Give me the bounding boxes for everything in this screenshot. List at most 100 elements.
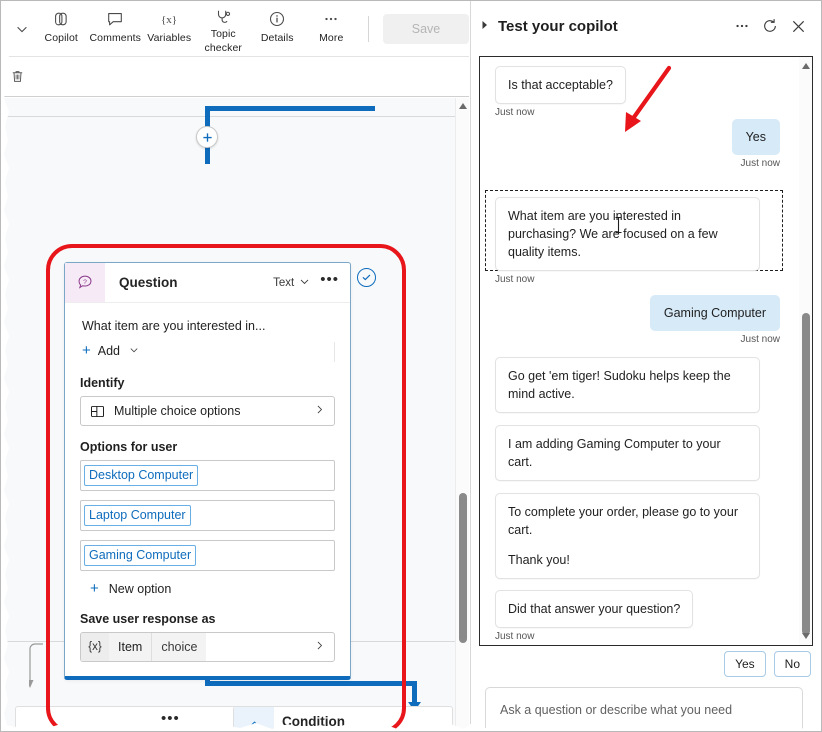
message-timestamp: Just now: [740, 334, 780, 345]
chat-transcript[interactable]: Is that acceptable? Just now Yes Just no…: [479, 56, 813, 646]
multiple-choice-icon: [90, 404, 105, 419]
variables-icon: {x}: [81, 633, 109, 661]
copilot-icon: [52, 8, 70, 30]
option-row[interactable]: Desktop Computer: [80, 460, 335, 491]
chat-composer[interactable]: Ask a question or describe what you need: [485, 687, 803, 731]
question-bubble-icon: ?: [65, 263, 105, 302]
variables-icon: {x}: [158, 8, 180, 30]
option-chip[interactable]: Gaming Computer: [84, 545, 197, 566]
canvas-scrollbar[interactable]: [455, 98, 469, 731]
message-bubble: Did that answer your question?: [495, 590, 694, 628]
trash-icon[interactable]: [2, 62, 32, 92]
info-icon: [268, 8, 286, 30]
variable-value: choice: [152, 633, 207, 661]
chevron-right-icon: [314, 404, 325, 418]
option-chip[interactable]: Laptop Computer: [84, 505, 191, 526]
command-copilot[interactable]: Copilot: [34, 4, 88, 54]
message-timestamp: Just now: [495, 274, 535, 285]
question-node-card[interactable]: ? Question Text ••• What item are you in…: [64, 262, 351, 680]
response-type-dropdown[interactable]: Text: [273, 276, 310, 290]
svg-text:{x}: {x}: [161, 14, 177, 26]
condition-node-title: Condition: [282, 714, 345, 729]
refresh-icon[interactable]: [757, 13, 783, 39]
save-response-variable-row[interactable]: {x} Item choice: [80, 632, 335, 662]
ellipsis-icon: [322, 8, 340, 30]
comment-icon: [106, 8, 124, 30]
chevron-down-icon: [299, 276, 310, 290]
triangle-up-icon[interactable]: [459, 103, 467, 109]
question-prompt-text[interactable]: What item are you interested in...: [80, 315, 335, 342]
command-label: Copilot: [44, 31, 78, 44]
message-bubble: Is that acceptable?: [495, 66, 626, 104]
svg-text:?: ?: [83, 279, 87, 286]
identify-select[interactable]: Multiple choice options: [80, 396, 335, 426]
chat-message-bot: To complete your order, please go to you…: [495, 493, 760, 579]
quick-reply-row: Yes No: [724, 651, 811, 677]
ellipsis-icon[interactable]: [729, 13, 755, 39]
save-response-label: Save user response as: [80, 612, 216, 626]
connector-segment: [205, 681, 417, 686]
message-bubble: To complete your order, please go to you…: [508, 505, 738, 537]
command-details[interactable]: Details: [250, 4, 304, 54]
connector-segment: [205, 106, 375, 111]
message-timestamp: Just now: [495, 107, 535, 118]
new-option-button[interactable]: + New option: [80, 580, 335, 598]
new-option-label: New option: [108, 582, 172, 596]
message-bubble: Gaming Computer: [649, 295, 780, 331]
partial-node-card-left[interactable]: [15, 706, 251, 731]
message-bubble: I am adding Gaming Computer to your cart…: [495, 425, 760, 481]
chat-message-bot: Go get 'em tiger! Sudoku helps keep the …: [495, 357, 760, 413]
question-node-body: What item are you interested in... + Add…: [65, 303, 350, 676]
option-chip[interactable]: Desktop Computer: [84, 465, 199, 486]
chat-composer-placeholder: Ask a question or describe what you need: [500, 703, 733, 717]
add-label: Add: [97, 344, 121, 358]
chevron-right-icon: [314, 640, 334, 654]
chevron-right-icon[interactable]: [481, 20, 489, 32]
command-topic-checker[interactable]: Topic checker: [196, 4, 250, 54]
app-window: Copilot Comments {x} Variables Topic che…: [0, 0, 822, 732]
check-circle-icon[interactable]: [357, 268, 376, 287]
message-bubble: What item are you interested in purchasi…: [495, 197, 760, 271]
triangle-up-icon[interactable]: [801, 63, 810, 69]
toolbar-divider: [368, 15, 369, 42]
quick-reply-yes[interactable]: Yes: [724, 651, 766, 677]
command-comments[interactable]: Comments: [88, 4, 142, 54]
identify-label: Identify: [80, 376, 125, 390]
canvas-scrollbar-thumb[interactable]: [459, 493, 467, 643]
text-cursor: [614, 216, 623, 239]
command-label: Comments: [89, 31, 142, 44]
chat-message-user: Yes Just now: [731, 119, 780, 169]
node-more-ellipsis-icon[interactable]: •••: [161, 710, 180, 727]
chat-scrollbar-thumb[interactable]: [801, 313, 810, 635]
message-bubble: Yes: [731, 119, 780, 155]
command-label: Variables: [147, 31, 192, 44]
command-label: Details: [260, 31, 294, 44]
message-timestamp: Just now: [495, 631, 535, 642]
message-timestamp: Just now: [740, 158, 780, 169]
variable-name: Item: [109, 633, 153, 661]
chat-message-bot: Did that answer your question? Just now: [495, 590, 694, 642]
command-variables[interactable]: {x} Variables: [142, 4, 196, 54]
save-button[interactable]: Save: [383, 13, 469, 44]
option-row[interactable]: Gaming Computer: [80, 540, 335, 571]
add-node-button-top[interactable]: [196, 126, 218, 148]
triangle-down-icon[interactable]: [801, 633, 810, 639]
command-more[interactable]: More: [304, 4, 358, 54]
node-more-ellipsis-icon[interactable]: •••: [310, 272, 350, 291]
test-panel-title: Test your copilot: [498, 17, 618, 35]
chat-scrollbar[interactable]: [799, 57, 812, 645]
connector-branch-gray: [26, 643, 45, 696]
chat-message-bot: Is that acceptable? Just now: [495, 66, 626, 118]
plus-icon: +: [90, 580, 99, 597]
flow-canvas[interactable]: ? Question Text ••• What item are you in…: [1, 98, 469, 731]
chevron-down-icon[interactable]: [9, 9, 34, 49]
condition-icon: [234, 707, 274, 731]
close-icon[interactable]: [785, 13, 811, 39]
add-message-variation-button[interactable]: + Add: [80, 342, 335, 362]
node-action-bar: [1, 57, 469, 97]
chat-message-user: Gaming Computer Just now: [649, 295, 780, 345]
canvas-guide-line: [1, 116, 469, 117]
command-bar: Copilot Comments {x} Variables Topic che…: [1, 1, 469, 57]
option-row[interactable]: Laptop Computer: [80, 500, 335, 531]
quick-reply-no[interactable]: No: [773, 651, 811, 677]
